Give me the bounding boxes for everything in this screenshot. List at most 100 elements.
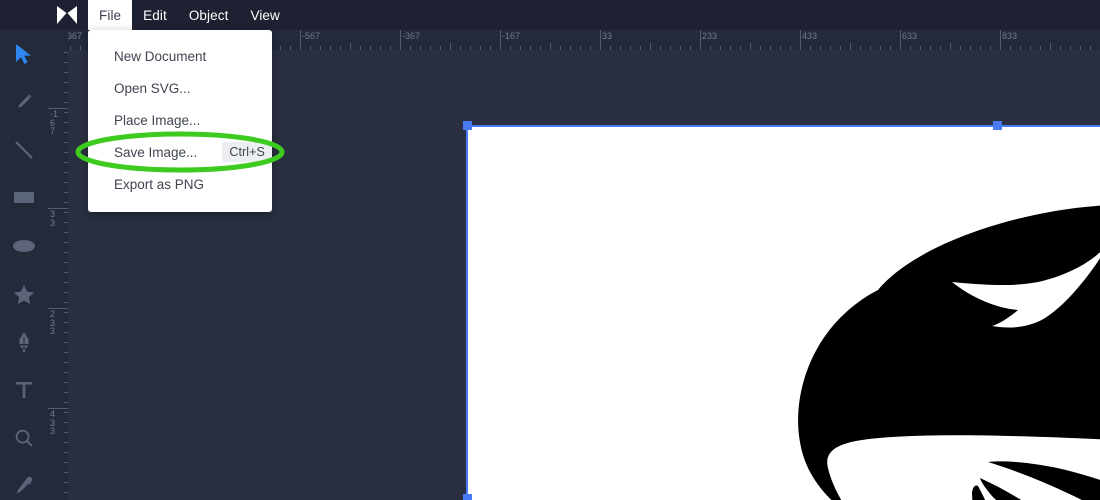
menu-object[interactable]: Object [178, 0, 240, 30]
ruler-h-minor-tick [410, 46, 411, 50]
ruler-h-minor-tick [370, 46, 371, 50]
ruler-v-minor-tick [64, 92, 68, 93]
ruler-h-minor-tick [920, 46, 921, 50]
ruler-h-minor-tick [600, 43, 601, 50]
ruler-h-minor-tick [300, 43, 301, 50]
ruler-v-minor-tick [64, 302, 68, 303]
pen-tool[interactable] [0, 318, 48, 366]
menu-view[interactable]: View [239, 0, 290, 30]
menu-item-place-image[interactable]: Place Image... [88, 104, 272, 136]
ruler-h-label: 433 [802, 31, 818, 41]
ruler-v-label: 33 [50, 209, 56, 228]
vertical-ruler[interactable]: -1673323343363383310337 [48, 30, 68, 500]
ruler-h-minor-tick [540, 46, 541, 50]
ruler-h-minor-tick [700, 43, 701, 50]
ruler-v-minor-tick [64, 262, 68, 263]
ruler-h-minor-tick [860, 46, 861, 50]
ruler-h-minor-tick [910, 46, 911, 50]
ruler-v-minor-tick [64, 442, 68, 443]
ruler-v-minor-tick [64, 292, 68, 293]
menu-edit[interactable]: Edit [132, 0, 178, 30]
menu-item-open-svg[interactable]: Open SVG... [88, 72, 272, 104]
ruler-h-minor-tick [690, 46, 691, 50]
ruler-h-minor-tick [350, 43, 351, 50]
ruler-h-label: 233 [702, 31, 718, 41]
ruler-h-minor-tick [390, 46, 391, 50]
rectangle-tool[interactable] [0, 174, 48, 222]
ruler-h-minor-tick [400, 43, 401, 50]
triangle-logo-icon[interactable] [56, 5, 78, 25]
text-tool[interactable] [0, 366, 48, 414]
ruler-h-minor-tick [990, 46, 991, 50]
ellipse-tool[interactable] [0, 222, 48, 270]
ruler-v-minor-tick [64, 462, 68, 463]
ruler-h-minor-tick [420, 46, 421, 50]
eagle-head-silhouette-artwork[interactable] [766, 186, 1100, 500]
ruler-v-minor-tick [64, 362, 68, 363]
selection-handle-bottom-left[interactable] [463, 494, 472, 500]
ruler-v-minor-tick [64, 402, 68, 403]
selection-handle-top-left[interactable] [463, 121, 472, 130]
ruler-v-minor-tick [64, 52, 68, 53]
ruler-h-minor-tick [360, 46, 361, 50]
app-window: 1367-567-367-167332334336338331033123314… [0, 0, 1100, 500]
ruler-h-minor-tick [640, 46, 641, 50]
ruler-h-minor-tick [1050, 43, 1051, 50]
ruler-h-minor-tick [70, 46, 71, 50]
ruler-v-minor-tick [64, 472, 68, 473]
ruler-h-minor-tick [330, 46, 331, 50]
ruler-h-minor-tick [470, 46, 471, 50]
selection-border-top [466, 125, 1100, 127]
ruler-h-minor-tick [770, 46, 771, 50]
star-icon [13, 284, 35, 305]
zoom-tool[interactable] [0, 414, 48, 462]
ruler-v-minor-tick [64, 132, 68, 133]
ruler-h-minor-tick [1000, 43, 1001, 50]
ruler-v-minor-tick [64, 332, 68, 333]
select-tool[interactable] [0, 30, 48, 78]
pen-nib-icon [16, 331, 32, 353]
ruler-h-minor-tick [660, 46, 661, 50]
eyedropper-tool[interactable] [0, 462, 48, 500]
star-tool[interactable] [0, 270, 48, 318]
ruler-v-minor-tick [64, 452, 68, 453]
ruler-h-minor-tick [1060, 46, 1061, 50]
pencil-tool[interactable] [0, 78, 48, 126]
file-menu-dropdown[interactable]: New Document Open SVG... Place Image... … [88, 30, 272, 212]
menu-file[interactable]: File [88, 0, 133, 30]
ruler-h-minor-tick [650, 43, 651, 50]
ruler-h-minor-tick [880, 46, 881, 50]
ruler-h-minor-tick [280, 46, 281, 50]
ruler-v-minor-tick [64, 372, 68, 373]
line-tool[interactable] [0, 126, 48, 174]
ruler-h-minor-tick [740, 46, 741, 50]
ruler-v-minor-tick [64, 312, 68, 313]
artboard[interactable] [466, 126, 1100, 500]
ruler-v-major-tick [48, 308, 68, 309]
ruler-v-minor-tick [64, 422, 68, 423]
ruler-h-minor-tick [510, 46, 511, 50]
tool-rail[interactable] [0, 30, 48, 500]
ruler-v-major-tick [48, 208, 68, 209]
ruler-h-minor-tick [550, 43, 551, 50]
magnifier-icon [14, 428, 34, 448]
menu-item-save-image[interactable]: Save Image... Ctrl+S [88, 136, 272, 168]
ruler-h-minor-tick [430, 46, 431, 50]
ruler-h-minor-tick [310, 46, 311, 50]
ruler-v-minor-tick [64, 202, 68, 203]
ruler-h-minor-tick [500, 43, 501, 50]
ruler-h-minor-tick [590, 46, 591, 50]
ruler-v-minor-tick [64, 182, 68, 183]
ruler-h-minor-tick [560, 46, 561, 50]
menu-item-export-as-png[interactable]: Export as PNG [88, 168, 272, 200]
ruler-h-minor-tick [1010, 46, 1011, 50]
ruler-h-minor-tick [570, 46, 571, 50]
ruler-h-label: 33 [602, 31, 613, 41]
ruler-h-minor-tick [930, 46, 931, 50]
ruler-h-minor-tick [730, 46, 731, 50]
ruler-v-minor-tick [64, 492, 68, 493]
ruler-h-minor-tick [290, 46, 291, 50]
menu-item-new-document[interactable]: New Document [88, 40, 272, 72]
selection-handle-top-center[interactable] [993, 121, 1002, 130]
ruler-v-label: -167 [50, 109, 59, 136]
